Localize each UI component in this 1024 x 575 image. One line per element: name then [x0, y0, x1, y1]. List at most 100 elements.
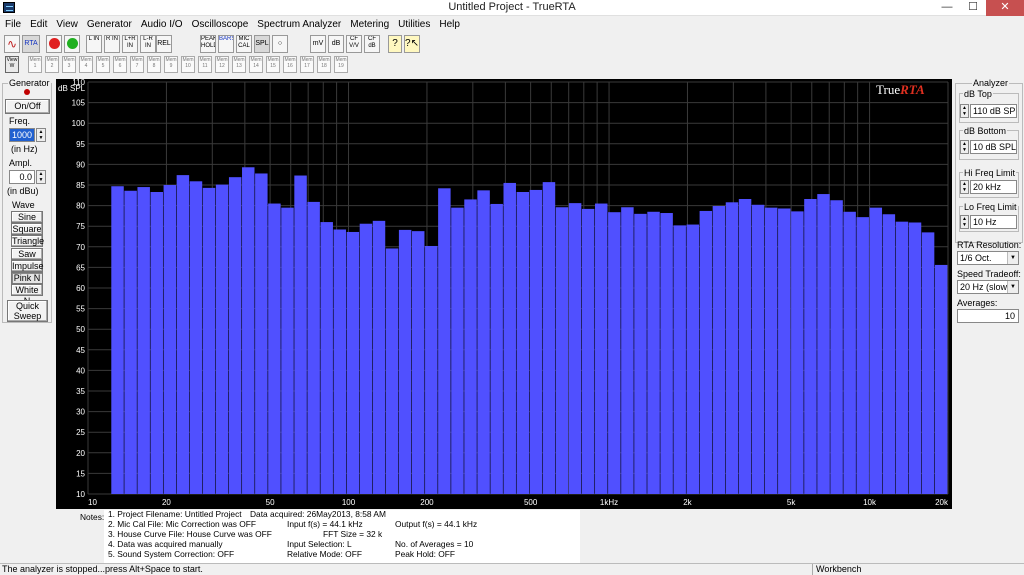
memory-slot-18[interactable]: Mem 18	[317, 56, 331, 73]
spectrum-bar	[425, 245, 438, 494]
truerta-window: Untitled Project - TrueRTA — ☐ ✕ File Ed…	[0, 0, 1024, 575]
wave-pink-noise-button[interactable]: Pink N	[11, 272, 43, 284]
quick-sweep-button[interactable]: Quick Sweep	[7, 300, 48, 322]
lo-freq-stepper[interactable]: ▲ ▼	[960, 215, 969, 229]
spectrum-bar	[817, 194, 830, 494]
chevron-down-icon: ▼	[1007, 252, 1018, 264]
memory-slot-3[interactable]: Mem 3	[62, 56, 76, 73]
memory-slot-5[interactable]: Mem 5	[96, 56, 110, 73]
speed-tradeoff-value: 20 Hz (slow)	[960, 282, 1011, 292]
ampl-input[interactable]: 0.0	[9, 170, 35, 184]
db-bottom-field[interactable]: 10 dB SPL	[970, 140, 1017, 154]
memory-slot-2[interactable]: Mem 2	[45, 56, 59, 73]
help-icon[interactable]: ?	[388, 35, 402, 53]
wave-sine-button[interactable]: Sine	[11, 211, 43, 223]
house-curve-button[interactable]: ○	[272, 35, 288, 53]
memory-slot-9[interactable]: Mem 9	[164, 56, 178, 73]
spectrum-bar	[438, 188, 451, 494]
memory-slot-4[interactable]: Mem 4	[79, 56, 93, 73]
maximize-button[interactable]: ☐	[960, 0, 986, 16]
analyzer-title: Analyzer	[972, 78, 1010, 88]
spectrum-bar	[660, 213, 673, 495]
context-help-icon[interactable]: ?↖	[404, 35, 420, 53]
right-in-button[interactable]: R IN	[104, 35, 120, 53]
memory-slot-14[interactable]: Mem 14	[249, 56, 263, 73]
memory-slot-13[interactable]: Mem 13	[232, 56, 246, 73]
db-button[interactable]: dB	[328, 35, 344, 53]
hi-freq-field[interactable]: 20 kHz	[970, 180, 1017, 194]
spectrum-bar	[516, 192, 530, 494]
db-bottom-stepper[interactable]: ▲ ▼	[960, 140, 969, 154]
menu-edit[interactable]: Edit	[25, 17, 51, 32]
averages-field[interactable]: 10	[957, 309, 1019, 323]
menu-oscilloscope[interactable]: Oscilloscope	[187, 17, 253, 32]
y-tick-label: 80	[76, 202, 85, 211]
spectrum-bar	[268, 203, 281, 494]
spectrum-bar	[804, 199, 817, 494]
stop-button[interactable]	[46, 35, 62, 53]
menu-utilities[interactable]: Utilities	[393, 17, 434, 32]
hi-freq-label: Hi Freq Limit	[963, 168, 1017, 178]
rel-button[interactable]: REL	[156, 35, 172, 53]
memory-slot-11[interactable]: Mem 11	[198, 56, 212, 73]
spectrum-plot[interactable]: 10 15 20 25 30 35 40 45 50 55 60 65 70 75 80 85 90 95 100 1…	[56, 78, 952, 509]
rta-resolution-select[interactable]: 1/6 Oct. ▼	[957, 251, 1019, 265]
peak-hold-button[interactable]: PEAK HOLD	[200, 35, 216, 53]
rta-mode-icon[interactable]: RTA	[22, 35, 40, 53]
mv-button[interactable]: mV	[310, 35, 326, 53]
wave-saw-button[interactable]: Saw	[11, 248, 43, 260]
memory-slot-10[interactable]: Mem 10	[181, 56, 195, 73]
x-tick-label: 2k	[683, 498, 692, 507]
memory-slot-15[interactable]: Mem 15	[266, 56, 280, 73]
spectrum-bar	[529, 189, 543, 494]
menu-metering[interactable]: Metering	[345, 17, 393, 32]
x-tick-label: 200	[420, 498, 434, 507]
wave-impulse-button[interactable]: Impulse	[11, 260, 44, 272]
spl-button[interactable]: SPL	[254, 35, 270, 53]
memory-slot-19[interactable]: Mem 19	[334, 56, 348, 73]
memory-slot-1[interactable]: Mem 1	[28, 56, 42, 73]
left-in-button[interactable]: L IN	[86, 35, 102, 53]
cf-db-button[interactable]: CF dB	[364, 35, 380, 53]
memory-slot-16[interactable]: Mem 16	[283, 56, 297, 73]
menu-bar: File Edit View Generator Audio I/O Oscil…	[0, 17, 1024, 32]
memory-slot-12[interactable]: Mem 12	[215, 56, 229, 73]
hi-freq-stepper[interactable]: ▲ ▼	[960, 180, 969, 194]
memory-slot-8[interactable]: Mem 8	[147, 56, 161, 73]
wave-triangle-button[interactable]: Triangle	[11, 235, 44, 247]
main-toolbar: ∿RTA L INR INL+R INL-R INREL PEAK HOLDBARS…	[2, 34, 1022, 54]
menu-file[interactable]: File	[0, 17, 25, 32]
close-button[interactable]: ✕	[986, 0, 1024, 16]
memory-slot-6[interactable]: Mem 6	[113, 56, 127, 73]
freq-stepper[interactable]: ▲ ▼	[36, 128, 46, 142]
lr-sum-in-button[interactable]: L+R IN	[122, 35, 138, 53]
memory-slot-17[interactable]: Mem 17	[300, 56, 314, 73]
menu-help[interactable]: Help	[434, 17, 464, 32]
x-tick-label: 10	[88, 498, 97, 507]
sine-wave-icon[interactable]: ∿	[4, 35, 20, 53]
cf-vv-button[interactable]: CF V/V	[346, 35, 362, 53]
menu-generator[interactable]: Generator	[82, 17, 136, 32]
lr-diff-in-button[interactable]: L-R IN	[140, 35, 156, 53]
ampl-stepper[interactable]: ▲ ▼	[36, 170, 46, 184]
speed-tradeoff-select[interactable]: 20 Hz (slow) ▼	[957, 280, 1019, 294]
lo-freq-field[interactable]: 10 Hz	[970, 215, 1017, 229]
view-w-button[interactable]: View W	[5, 56, 19, 73]
go-button[interactable]	[64, 35, 80, 53]
minimize-button[interactable]: —	[934, 0, 960, 16]
menu-view[interactable]: View	[51, 17, 82, 32]
wave-white-noise-button[interactable]: White N	[11, 284, 43, 306]
db-top-field[interactable]: 110 dB SPL	[970, 104, 1017, 118]
db-top-stepper[interactable]: ▲ ▼	[960, 104, 969, 118]
generator-onoff-button[interactable]: On/Off	[5, 99, 50, 114]
status-bar: The analyzer is stopped...press Alt+Spac…	[0, 563, 1024, 575]
bar-graph-icon[interactable]: BARS	[218, 35, 234, 53]
spectrum-bar	[608, 212, 621, 494]
memory-slot-7[interactable]: Mem 7	[130, 56, 144, 73]
mic-cal-button[interactable]: MIC CAL	[236, 35, 252, 53]
freq-input[interactable]: 1000	[9, 128, 35, 142]
menu-audio-io[interactable]: Audio I/O	[136, 17, 187, 32]
wave-square-button[interactable]: Square	[11, 223, 43, 235]
spectrum-bar	[843, 211, 856, 494]
menu-spectrum-analyzer[interactable]: Spectrum Analyzer	[252, 17, 345, 32]
